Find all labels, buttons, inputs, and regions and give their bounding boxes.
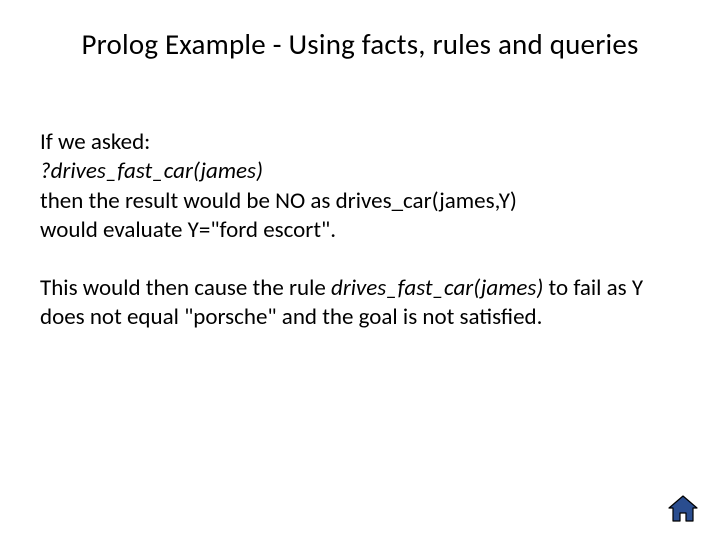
p1-line3a: then the result would be NO as drives_ca… — [40, 187, 517, 215]
p2-a: This would then cause the rule — [40, 274, 331, 302]
home-icon[interactable] — [666, 494, 700, 524]
slide-title: Prolog Example - Using facts, rules and … — [0, 26, 720, 62]
home-icon-shape — [669, 496, 697, 521]
slide-body: If we asked: ?drives_fast_car(james) the… — [40, 128, 680, 361]
p1-query: ?drives_fast_car(james) — [40, 157, 263, 185]
paragraph-1: If we asked: ?drives_fast_car(james) the… — [40, 128, 680, 246]
paragraph-2: This would then cause the rule drives_fa… — [40, 274, 680, 333]
p1-line3b: would evaluate Y="ford escort". — [40, 216, 336, 244]
p1-line1: If we asked: — [40, 128, 150, 156]
slide: Prolog Example - Using facts, rules and … — [0, 0, 720, 540]
p2-rule: drives_fast_car(james) — [331, 274, 543, 302]
